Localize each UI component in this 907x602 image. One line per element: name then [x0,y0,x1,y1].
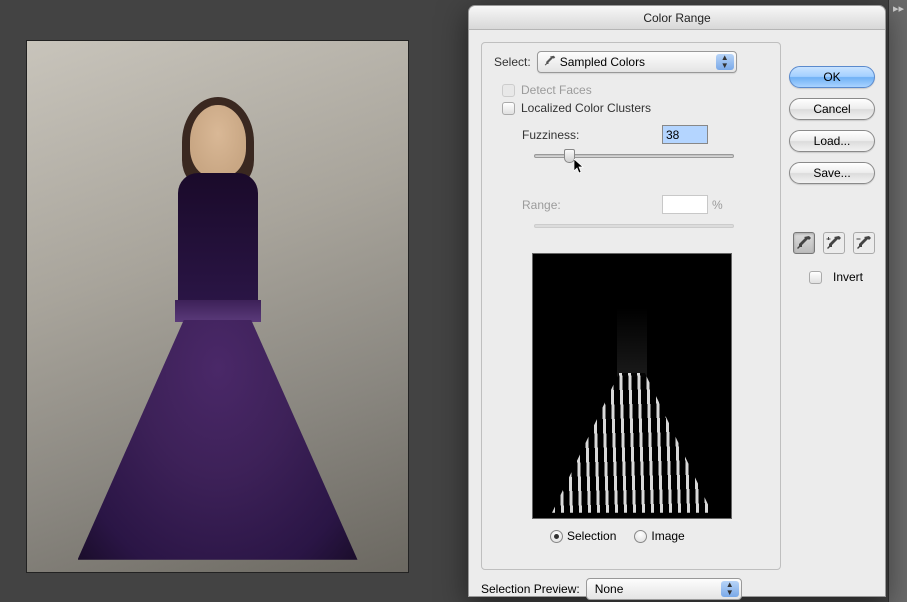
preview-mode-image-label: Image [651,529,684,543]
eyedropper-plus-icon [826,235,842,251]
select-label: Select: [494,55,531,69]
load-button[interactable]: Load... [789,130,875,152]
range-label: Range: [522,198,662,212]
dropdown-arrows-icon: ▲▼ [716,54,734,70]
fuzziness-input[interactable] [662,125,708,144]
localized-clusters-label: Localized Color Clusters [521,101,651,115]
fuzziness-slider[interactable] [534,149,734,163]
range-slider [534,219,734,233]
eyedropper-sample-button[interactable] [793,232,815,254]
color-range-dialog: Color Range Select: Sampled Colors ▲▼ De… [468,5,886,597]
fuzziness-label: Fuzziness: [522,128,662,142]
select-mode-value: Sampled Colors [560,55,645,69]
panel-menu-icon[interactable]: ▸▸ [893,2,904,15]
detect-faces-label: Detect Faces [521,83,592,97]
selection-preview-label: Selection Preview: [481,582,580,596]
range-input [662,195,708,214]
eyedropper-icon [796,235,812,251]
canvas-document[interactable] [26,40,409,573]
main-options-group: Select: Sampled Colors ▲▼ Detect Faces L… [481,42,781,570]
save-button[interactable]: Save... [789,162,875,184]
eyedropper-minus-icon [856,235,872,251]
preview-mode-selection-radio[interactable] [550,530,563,543]
range-suffix: % [712,198,723,212]
dropdown-arrows-icon: ▲▼ [721,581,739,597]
select-mode-dropdown[interactable]: Sampled Colors ▲▼ [537,51,737,73]
invert-checkbox[interactable] [809,271,822,284]
ok-button[interactable]: OK [789,66,875,88]
preview-mode-selection-label: Selection [567,529,616,543]
localized-clusters-checkbox[interactable] [502,102,515,115]
preview-mode-image-radio[interactable] [634,530,647,543]
canvas-image-content [78,105,358,565]
detect-faces-checkbox [502,84,515,97]
cancel-button[interactable]: Cancel [789,98,875,120]
selection-preview-thumbnail[interactable] [532,253,732,519]
selection-preview-value: None [595,582,624,596]
eyedropper-subtract-button[interactable] [853,232,875,254]
selection-preview-dropdown[interactable]: None ▲▼ [586,578,742,600]
dialog-title: Color Range [469,6,885,30]
panel-dock-edge: ▸▸ [888,0,907,602]
eyedropper-icon [544,55,556,67]
invert-label: Invert [833,270,863,284]
eyedropper-add-button[interactable] [823,232,845,254]
fuzziness-slider-thumb[interactable] [564,149,575,163]
